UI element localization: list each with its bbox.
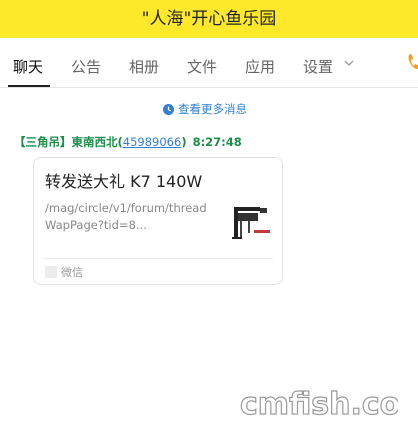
more-history-label: 查看更多消息 <box>178 102 247 116</box>
tab-announcement[interactable]: 公告 <box>71 56 101 77</box>
watermark-text: cmfish.com <box>240 387 398 422</box>
cmfish-watermark: cmfish.com <box>239 386 398 422</box>
tab-settings[interactable]: 设置 <box>303 56 333 77</box>
sender-name[interactable]: 東南西北 <box>72 135 118 149</box>
tab-chat[interactable]: 聊天 <box>13 56 43 77</box>
shared-link-card[interactable]: 转发送大礼 K7 140W /mag/circle/v1/forum/threa… <box>33 157 283 285</box>
active-tab-indicator <box>8 85 50 87</box>
message-time: 8:27:48 <box>192 135 242 149</box>
group-tabs: 聊天 公告 相册 文件 应用 设置 <box>0 38 418 88</box>
chevron-down-icon[interactable] <box>343 56 355 70</box>
phone-icon[interactable] <box>407 53 418 71</box>
tab-album[interactable]: 相册 <box>129 56 159 77</box>
card-thumbnail <box>232 207 270 239</box>
history-icon <box>163 103 174 115</box>
tab-apps[interactable]: 应用 <box>245 56 275 77</box>
card-description: /mag/circle/v1/forum/threadWapPage?tid=8… <box>45 201 207 232</box>
card-divider <box>43 258 273 259</box>
sender-group-tag: 【三角吊】 <box>14 135 72 149</box>
card-source-label: 微信 <box>61 266 83 279</box>
tab-files[interactable]: 文件 <box>187 56 217 77</box>
sender-uid[interactable]: 45989066 <box>123 135 182 149</box>
message-sender: 【三角吊】東南西北(45989066) 8:27:48 <box>14 135 242 149</box>
chat-window-title: "人海"开心鱼乐园 <box>0 0 418 38</box>
wechat-icon <box>45 266 57 278</box>
card-title: 转发送大礼 K7 140W <box>45 172 203 191</box>
more-history-link[interactable]: 查看更多消息 <box>163 101 247 117</box>
card-source: 微信 <box>45 264 83 280</box>
